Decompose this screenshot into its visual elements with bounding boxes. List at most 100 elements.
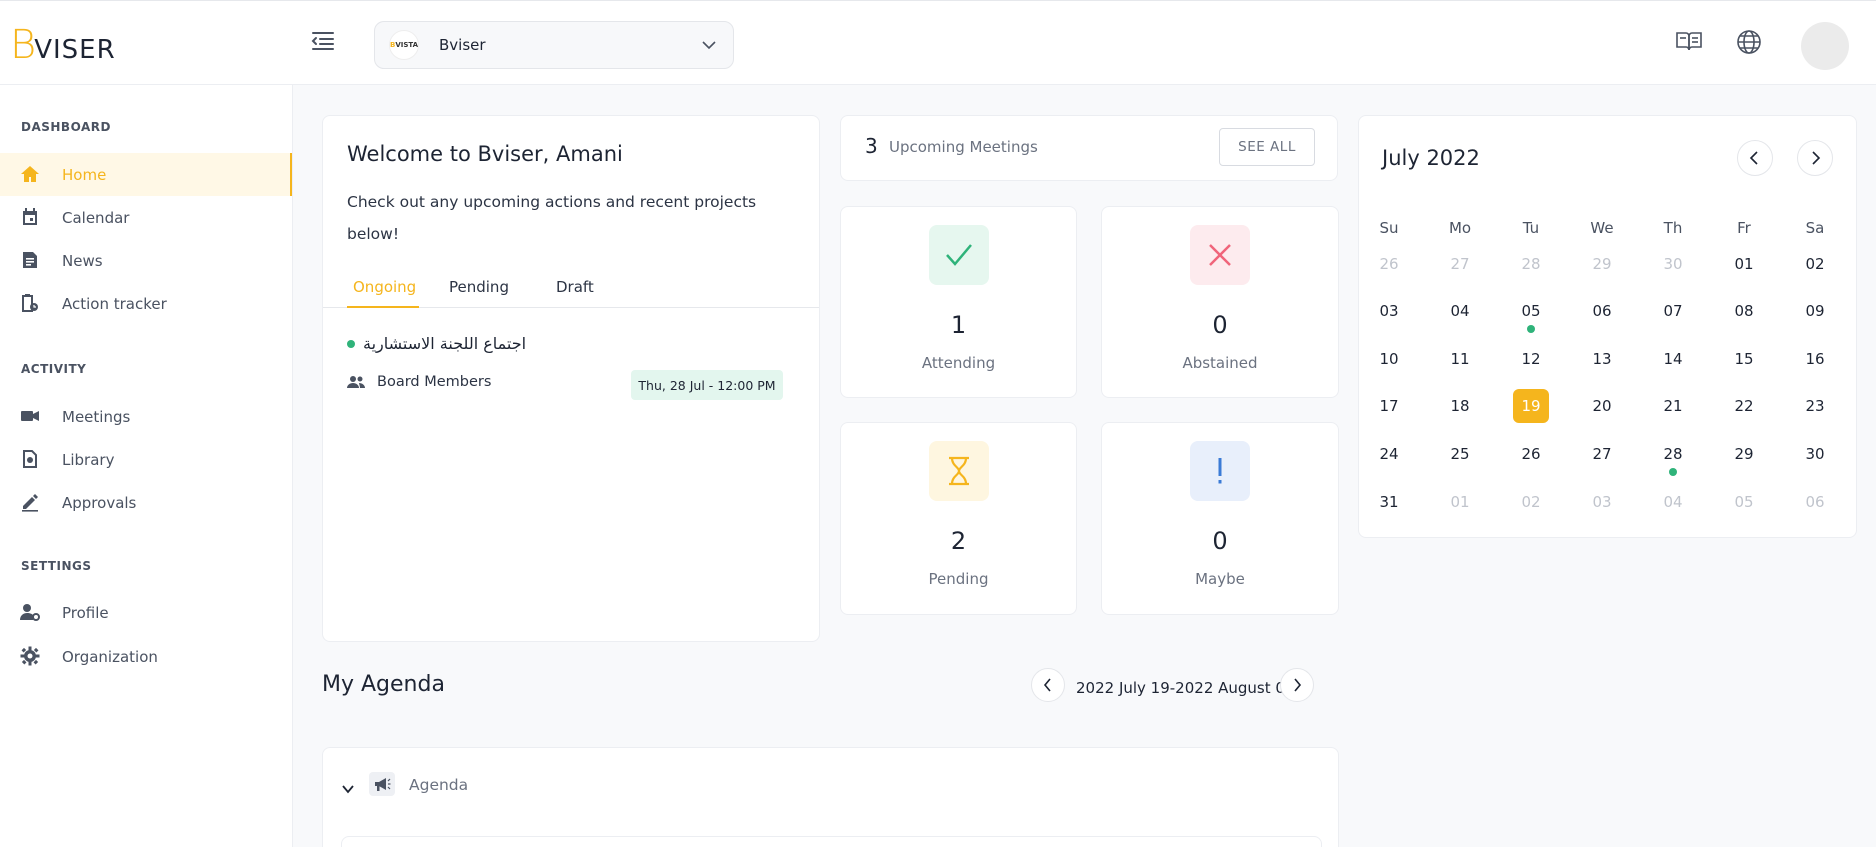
globe-icon[interactable] bbox=[1736, 29, 1764, 55]
weekday-label: Sa bbox=[1805, 219, 1825, 237]
calendar-day[interactable]: 30 bbox=[1797, 437, 1833, 471]
tab-draft[interactable]: Draft bbox=[556, 278, 594, 296]
calendar-day[interactable]: 22 bbox=[1726, 389, 1762, 423]
exclamation-icon bbox=[1190, 441, 1250, 501]
calendar-next-button[interactable] bbox=[1797, 140, 1833, 176]
chevron-left-icon bbox=[1043, 678, 1051, 692]
logo-text: VISER bbox=[34, 35, 116, 65]
sidebar-item-home[interactable]: Home bbox=[0, 153, 292, 196]
tab-ongoing[interactable]: Ongoing bbox=[353, 278, 416, 296]
calendar-day[interactable]: 26 bbox=[1371, 247, 1407, 281]
user-settings-icon bbox=[20, 604, 40, 621]
hourglass-icon bbox=[929, 441, 989, 501]
user-avatar[interactable] bbox=[1801, 22, 1849, 70]
calendar-day[interactable]: 20 bbox=[1584, 389, 1620, 423]
welcome-title: Welcome to Bviser, Amani bbox=[347, 142, 623, 166]
agenda-next-button[interactable] bbox=[1280, 668, 1314, 702]
calendar-day[interactable]: 21 bbox=[1655, 389, 1691, 423]
calendar-day[interactable]: 14 bbox=[1655, 342, 1691, 376]
chevron-down-icon[interactable] bbox=[341, 784, 355, 794]
calendar-day[interactable]: 29 bbox=[1726, 437, 1762, 471]
chevron-down-icon bbox=[702, 41, 716, 50]
tab-pending[interactable]: Pending bbox=[449, 278, 509, 296]
sidebar-item-organization[interactable]: Organization bbox=[0, 635, 292, 678]
calendar-day[interactable]: 03 bbox=[1371, 294, 1407, 328]
welcome-card: Welcome to Bviser, Amani Check out any u… bbox=[322, 115, 820, 642]
sidebar-item-calendar[interactable]: Calendar bbox=[0, 196, 292, 239]
sidebar: DASHBOARD Home Calendar News Action trac… bbox=[0, 85, 293, 847]
calendar-day[interactable]: 27 bbox=[1442, 247, 1478, 281]
calendar-day[interactable]: 09 bbox=[1797, 294, 1833, 328]
stat-card-attending[interactable]: 1 Attending bbox=[840, 206, 1077, 398]
calendar-day[interactable]: 24 bbox=[1371, 437, 1407, 471]
calendar-day[interactable]: 03 bbox=[1584, 485, 1620, 519]
calendar-day[interactable]: 29 bbox=[1584, 247, 1620, 281]
calendar-day[interactable]: 27 bbox=[1584, 437, 1620, 471]
calendar-day[interactable]: 25 bbox=[1442, 437, 1478, 471]
chevron-right-icon bbox=[1812, 151, 1821, 165]
stat-card-pending[interactable]: 2 Pending bbox=[840, 422, 1077, 615]
calendar-day[interactable]: 07 bbox=[1655, 294, 1691, 328]
calendar-day[interactable]: 02 bbox=[1513, 485, 1549, 519]
sidebar-item-label: Approvals bbox=[62, 493, 137, 512]
calendar-day[interactable]: 02 bbox=[1797, 247, 1833, 281]
calendar-day[interactable]: 23 bbox=[1797, 389, 1833, 423]
calendar-day[interactable]: 28 bbox=[1655, 437, 1691, 471]
weekday-label: Mo bbox=[1448, 219, 1472, 237]
calendar-prev-button[interactable] bbox=[1737, 140, 1773, 176]
upcoming-meetings-card: 3 Upcoming Meetings SEE ALL bbox=[840, 115, 1338, 181]
calendar-day[interactable]: 06 bbox=[1584, 294, 1620, 328]
section-title-dashboard: DASHBOARD bbox=[21, 120, 111, 134]
sidebar-item-approvals[interactable]: Approvals bbox=[0, 481, 292, 524]
agenda-date-range: 2022 July 19-2022 August 02 bbox=[1076, 679, 1295, 697]
calendar-day[interactable]: 04 bbox=[1442, 294, 1478, 328]
calendar-day[interactable]: 05 bbox=[1513, 294, 1549, 328]
meeting-date-badge: Thu, 28 Jul - 12:00 PM bbox=[631, 370, 783, 400]
calendar-day[interactable]: 11 bbox=[1442, 342, 1478, 376]
calendar-day[interactable]: 26 bbox=[1513, 437, 1549, 471]
see-all-button[interactable]: SEE ALL bbox=[1219, 128, 1315, 166]
calendar-day[interactable]: 13 bbox=[1584, 342, 1620, 376]
calendar-day[interactable]: 06 bbox=[1797, 485, 1833, 519]
calendar-day[interactable]: 18 bbox=[1442, 389, 1478, 423]
weekday-label: Th bbox=[1663, 219, 1683, 237]
agenda-item-container bbox=[341, 836, 1322, 847]
logo-letter: B bbox=[10, 22, 37, 68]
stat-label: Pending bbox=[928, 570, 989, 588]
meeting-item[interactable]: اجتماع اللجنة الاستشارية bbox=[347, 334, 526, 353]
calendar-day[interactable]: 19 bbox=[1513, 389, 1549, 423]
calendar-day[interactable]: 15 bbox=[1726, 342, 1762, 376]
agenda-prev-button[interactable] bbox=[1031, 668, 1065, 702]
sidebar-item-label: Meetings bbox=[62, 407, 131, 426]
organization-select[interactable]: B VISTA Bviser bbox=[374, 21, 734, 69]
stat-value: 2 bbox=[950, 527, 967, 555]
calendar-day[interactable]: 05 bbox=[1726, 485, 1762, 519]
stat-label: Abstained bbox=[1182, 354, 1258, 372]
stat-card-abstained[interactable]: 0 Abstained bbox=[1101, 206, 1339, 398]
stat-card-maybe[interactable]: 0 Maybe bbox=[1101, 422, 1339, 615]
calendar-day[interactable]: 12 bbox=[1513, 342, 1549, 376]
calendar-day[interactable]: 04 bbox=[1655, 485, 1691, 519]
sidebar-item-meetings[interactable]: Meetings bbox=[0, 395, 292, 438]
menu-collapse-icon[interactable] bbox=[310, 29, 336, 53]
sidebar-item-label: Calendar bbox=[62, 208, 130, 227]
sidebar-item-news[interactable]: News bbox=[0, 239, 292, 282]
calendar-day[interactable]: 01 bbox=[1726, 247, 1762, 281]
calendar-day[interactable]: 17 bbox=[1371, 389, 1407, 423]
sidebar-item-label: Library bbox=[62, 450, 115, 469]
calendar-day[interactable]: 08 bbox=[1726, 294, 1762, 328]
calendar-day[interactable]: 16 bbox=[1797, 342, 1833, 376]
bviser-logo[interactable]: B VISER bbox=[10, 22, 116, 68]
book-icon[interactable] bbox=[1675, 29, 1703, 55]
calendar-day[interactable]: 31 bbox=[1371, 485, 1407, 519]
sidebar-item-action-tracker[interactable]: Action tracker bbox=[0, 282, 292, 325]
weekday-label: Fr bbox=[1737, 219, 1751, 237]
event-dot bbox=[1669, 468, 1677, 476]
members-label: Board Members bbox=[377, 374, 492, 390]
calendar-day[interactable]: 10 bbox=[1371, 342, 1407, 376]
sidebar-item-library[interactable]: Library bbox=[0, 438, 292, 481]
sidebar-item-profile[interactable]: Profile bbox=[0, 591, 292, 634]
calendar-day[interactable]: 01 bbox=[1442, 485, 1478, 519]
calendar-day[interactable]: 28 bbox=[1513, 247, 1549, 281]
calendar-day[interactable]: 30 bbox=[1655, 247, 1691, 281]
